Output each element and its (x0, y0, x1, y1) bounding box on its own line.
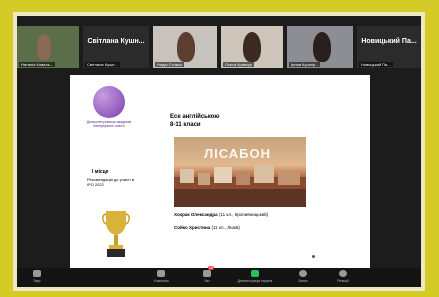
participant-name: Світлана Кушн... (85, 62, 120, 67)
toolbar-label: Звук (33, 279, 41, 283)
slide-title-line2: 8-11 класи (170, 122, 201, 128)
share-screen-icon (251, 270, 259, 277)
microphone-icon (33, 270, 41, 277)
chat-icon: 28 (203, 266, 214, 277)
participant-tile[interactable]: Надія Стожко (153, 26, 217, 68)
participants-button[interactable]: Учасники (141, 270, 181, 286)
award-place: I місце (92, 169, 109, 175)
academy-logo-icon (93, 86, 125, 118)
meeting-toolbar: Звук Учасники 28 Чат Демонстрація екрана… (17, 266, 421, 287)
lisbon-photo: ЛІСАБОН (174, 137, 306, 207)
participant-display-name: Новицький Па... (361, 38, 417, 45)
participant-gallery-strip: Наталія Коваль... Світлана Кушн... Світл… (17, 26, 421, 68)
participant-display-name: Світлана Кушн... (87, 38, 145, 45)
student-name: Хохрак Олександра (174, 212, 218, 217)
slide-title: Есе англійською 8-11 класи (170, 113, 220, 129)
participant-tile[interactable]: Новицький Па... Новицький Па... (357, 26, 421, 68)
participants-icon (157, 270, 165, 277)
participant-name: Ірина Кушнір... (289, 62, 321, 67)
participant-name: Наталія Коваль... (19, 62, 56, 67)
participant-tile[interactable]: Наталія Коваль... (17, 26, 79, 68)
record-button[interactable]: Запис (283, 270, 323, 286)
record-icon (299, 270, 307, 277)
toolbar-label: Учасники (153, 279, 169, 283)
student-entry: Хохрак Олександра (11 кл., Кропивницький… (174, 212, 268, 217)
participant-video (37, 34, 51, 60)
participant-video (243, 32, 261, 62)
shared-slide: Дніпропетровська академія неперервної ос… (70, 75, 370, 268)
chat-badge: 28 (208, 266, 214, 270)
participant-name: Новицький Па... (359, 62, 393, 67)
participant-name: Ольга Кравчук (223, 62, 254, 67)
reactions-icon (339, 270, 347, 277)
student-name: Сойко Христина (174, 225, 211, 230)
photo-frame: Наталія Коваль... Світлана Кушн... Світл… (13, 12, 425, 291)
slide-title-line1: Есе англійською (170, 114, 220, 120)
mouse-cursor-icon (312, 255, 315, 258)
toolbar-label: Демонстрація екрана (237, 279, 273, 283)
participant-tile[interactable]: Ольга Кравчук (221, 26, 283, 68)
logo-caption: Дніпропетровська академія неперервної ос… (86, 120, 132, 128)
share-screen-button[interactable]: Демонстрація екрана (231, 270, 279, 286)
chat-button[interactable]: 28 Чат (187, 266, 227, 286)
student-entry: Сойко Христина (11 кл., Львів) (174, 225, 240, 230)
student-detail: (11 кл., Кропивницький) (218, 212, 269, 217)
participant-tile[interactable]: Ірина Кушнір... (287, 26, 353, 68)
mute-button[interactable]: Звук (17, 270, 57, 286)
toolbar-label: Запис (298, 279, 308, 283)
trophy-icon (102, 211, 130, 257)
student-detail: (11 кл., Львів) (211, 225, 240, 230)
photo-caption: ЛІСАБОН (204, 146, 272, 161)
toolbar-label: Чат (204, 279, 210, 283)
participant-tile[interactable]: Світлана Кушн... Світлана Кушн... (83, 26, 149, 68)
zoom-meeting-screen: Наталія Коваль... Світлана Кушн... Світл… (17, 16, 421, 287)
participant-video (313, 32, 331, 62)
reactions-button[interactable]: Реакції (323, 270, 363, 286)
recommendation-text: Рекомендація до участі в ІРО 2022 (87, 177, 134, 187)
participant-video (177, 32, 195, 62)
participant-name: Надія Стожко (155, 62, 185, 67)
toolbar-label: Реакції (337, 279, 349, 283)
